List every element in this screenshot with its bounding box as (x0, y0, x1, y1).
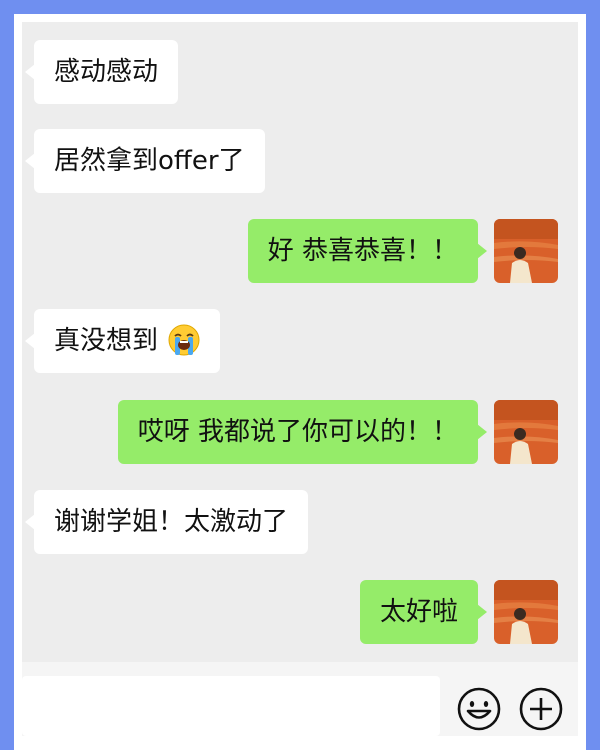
message-input[interactable] (22, 676, 440, 736)
avatar-image (494, 400, 558, 464)
outgoing-message-bubble[interactable]: 好 恭喜恭喜！！ (247, 219, 488, 283)
outgoing-message-bubble[interactable]: 哎呀 我都说了你可以的！！ (117, 400, 488, 464)
emoji-icon (457, 687, 501, 731)
message-row: 感动感动 (22, 40, 578, 104)
chat-message-list[interactable]: 感动感动 居然拿到offer了 好 恭喜恭喜！！ 真没想到 哎呀 我都说了你可以… (22, 22, 578, 662)
avatar[interactable] (494, 400, 558, 464)
emoji-button[interactable] (456, 686, 502, 732)
message-row: 哎呀 我都说了你可以的！！ (22, 400, 578, 464)
message-text: 真没想到 (54, 326, 159, 356)
avatar-image (494, 219, 558, 283)
incoming-message-bubble[interactable]: 谢谢学姐！太激动了 (24, 490, 309, 554)
plus-icon (519, 687, 563, 731)
incoming-message-bubble[interactable]: 居然拿到offer了 (25, 129, 265, 193)
message-text: 感动感动 (54, 57, 159, 87)
message-row: 真没想到 (22, 309, 578, 373)
outgoing-message-bubble[interactable]: 太好啦 (359, 580, 488, 644)
avatar-image (494, 580, 558, 644)
more-button[interactable] (518, 686, 564, 732)
message-row: 太好啦 (22, 580, 578, 644)
avatar[interactable] (494, 219, 558, 283)
message-text: 哎呀 我都说了你可以的！！ (137, 417, 458, 447)
incoming-message-bubble[interactable]: 感动感动 (24, 40, 179, 104)
message-text: 居然拿到offer了 (54, 146, 245, 176)
message-row: 居然拿到offer了 (22, 129, 578, 193)
avatar[interactable] (494, 580, 558, 644)
message-text: 谢谢学姐！太激动了 (54, 507, 289, 537)
message-text: 太好啦 (379, 597, 458, 627)
loudly-crying-face-icon (168, 324, 200, 355)
message-text: 好 恭喜恭喜！！ (267, 236, 458, 266)
incoming-message-bubble[interactable]: 真没想到 (24, 309, 221, 373)
input-bar (22, 662, 578, 736)
message-row: 谢谢学姐！太激动了 (22, 490, 578, 554)
message-row: 好 恭喜恭喜！！ (22, 219, 578, 283)
